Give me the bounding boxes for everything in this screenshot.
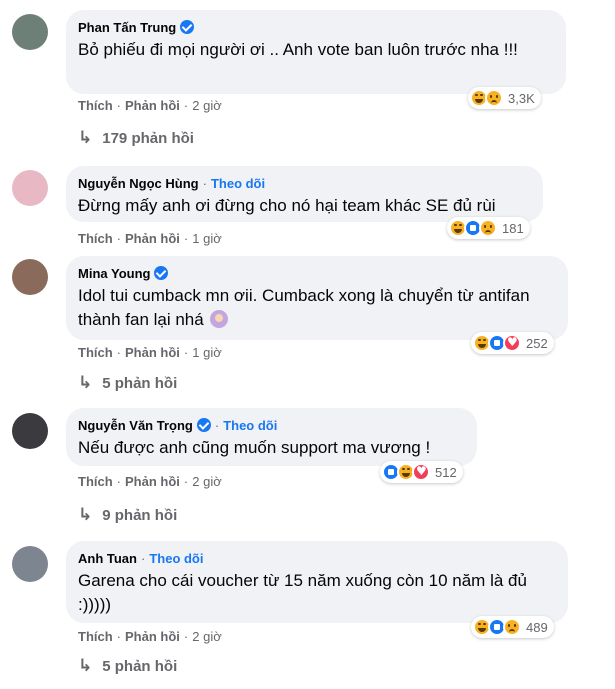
replies-label: 179 phản hồi xyxy=(102,129,194,147)
comment-text: Nếu được anh cũng muốn support ma vương … xyxy=(78,438,431,457)
reaction-count: 512 xyxy=(435,464,457,480)
view-replies-link[interactable]: ↳ 5 phản hồi xyxy=(78,656,177,676)
reaction-summary[interactable]: 3,3K xyxy=(468,87,541,109)
love-icon xyxy=(503,334,521,352)
verified-badge-icon xyxy=(180,20,195,34)
view-replies-link[interactable]: ↳ 179 phản hồi xyxy=(78,128,194,148)
like-button[interactable]: Thích xyxy=(78,345,113,360)
timestamp[interactable]: 2 giờ xyxy=(192,629,222,644)
reply-arrow-icon: ↳ xyxy=(78,505,93,525)
love-icon xyxy=(412,463,430,481)
replies-label: 5 phản hồi xyxy=(102,657,178,675)
verified-badge-icon xyxy=(154,266,169,280)
reaction-count: 252 xyxy=(526,335,548,351)
commenter-name[interactable]: Nguyễn Ngọc Hùng xyxy=(78,176,199,191)
sad-icon xyxy=(485,89,503,107)
comment-actions: Thích · Phản hồi · 1 giờ xyxy=(78,231,222,246)
commenter-name[interactable]: Mina Young xyxy=(78,266,150,281)
comment-actions: Thích · Phản hồi · 1 giờ xyxy=(78,345,222,360)
reply-arrow-icon: ↳ xyxy=(78,656,93,676)
reaction-count: 489 xyxy=(526,619,548,635)
like-button[interactable]: Thích xyxy=(78,98,113,113)
timestamp[interactable]: 2 giờ xyxy=(192,474,222,489)
comment-text: Garena cho cái voucher từ 15 năm xuống c… xyxy=(78,571,527,614)
replies-label: 9 phản hồi xyxy=(102,506,178,524)
like-button[interactable]: Thích xyxy=(78,474,113,489)
verified-badge-icon xyxy=(196,418,211,432)
comment-actions: Thích · Phản hồi · 2 giờ xyxy=(78,98,222,113)
comment-text: Idol tui cumback mn ơii. Cumback xong là… xyxy=(78,286,530,329)
avatar[interactable] xyxy=(12,259,48,295)
commenter-name[interactable]: Nguyễn Văn Trọng xyxy=(78,418,193,433)
sad-icon xyxy=(479,219,497,237)
comment-bubble: Phan Tấn Trung Bỏ phiếu đi mọi người ơi … xyxy=(66,10,566,94)
comment-bubble: Mina Young Idol tui cumback mn ơii. Cumb… xyxy=(66,256,568,340)
follow-button[interactable]: Theo dõi xyxy=(223,418,277,433)
reaction-summary[interactable]: 512 xyxy=(380,461,463,483)
timestamp[interactable]: 1 giờ xyxy=(192,231,222,246)
reply-button[interactable]: Phản hồi xyxy=(125,629,180,644)
reaction-summary[interactable]: 252 xyxy=(471,332,554,354)
avatar[interactable] xyxy=(12,413,48,449)
view-replies-link[interactable]: ↳ 5 phản hồi xyxy=(78,373,177,393)
comment-bubble: Nguyễn Ngọc Hùng · Theo dõi Đừng mấy anh… xyxy=(66,166,543,222)
comment-actions: Thích · Phản hồi · 2 giờ xyxy=(78,629,222,644)
timestamp[interactable]: 1 giờ xyxy=(192,345,222,360)
follow-button[interactable]: Theo dõi xyxy=(211,176,265,191)
reply-button[interactable]: Phản hồi xyxy=(125,345,180,360)
reply-button[interactable]: Phản hồi xyxy=(125,474,180,489)
comment-bubble: Anh Tuan · Theo dõi Garena cho cái vouch… xyxy=(66,541,568,623)
follow-button[interactable]: Theo dõi xyxy=(149,551,203,566)
avatar[interactable] xyxy=(12,14,48,50)
replies-label: 5 phản hồi xyxy=(102,374,178,392)
facepalm-emoji-icon xyxy=(210,310,229,328)
reply-arrow-icon: ↳ xyxy=(78,373,93,393)
avatar[interactable] xyxy=(12,170,48,206)
sad-icon xyxy=(503,618,521,636)
comment-bubble: Nguyễn Văn Trọng · Theo dõi Nếu được anh… xyxy=(66,408,477,466)
comment-text: Bỏ phiếu đi mọi người ơi .. Anh vote ban… xyxy=(78,40,518,59)
reaction-summary[interactable]: 181 xyxy=(447,217,530,239)
reaction-summary[interactable]: 489 xyxy=(471,616,554,638)
like-button[interactable]: Thích xyxy=(78,231,113,246)
commenter-name[interactable]: Anh Tuan xyxy=(78,551,137,566)
like-button[interactable]: Thích xyxy=(78,629,113,644)
reply-arrow-icon: ↳ xyxy=(78,128,93,148)
timestamp[interactable]: 2 giờ xyxy=(192,98,222,113)
comment-actions: Thích · Phản hồi · 2 giờ xyxy=(78,474,222,489)
commenter-name[interactable]: Phan Tấn Trung xyxy=(78,20,176,35)
reaction-count: 3,3K xyxy=(508,90,535,106)
reaction-count: 181 xyxy=(502,220,524,236)
reply-button[interactable]: Phản hồi xyxy=(125,98,180,113)
view-replies-link[interactable]: ↳ 9 phản hồi xyxy=(78,505,177,525)
reply-button[interactable]: Phản hồi xyxy=(125,231,180,246)
avatar[interactable] xyxy=(12,546,48,582)
comment-text: Đừng mấy anh ơi đừng cho nó hại team khá… xyxy=(78,196,496,215)
